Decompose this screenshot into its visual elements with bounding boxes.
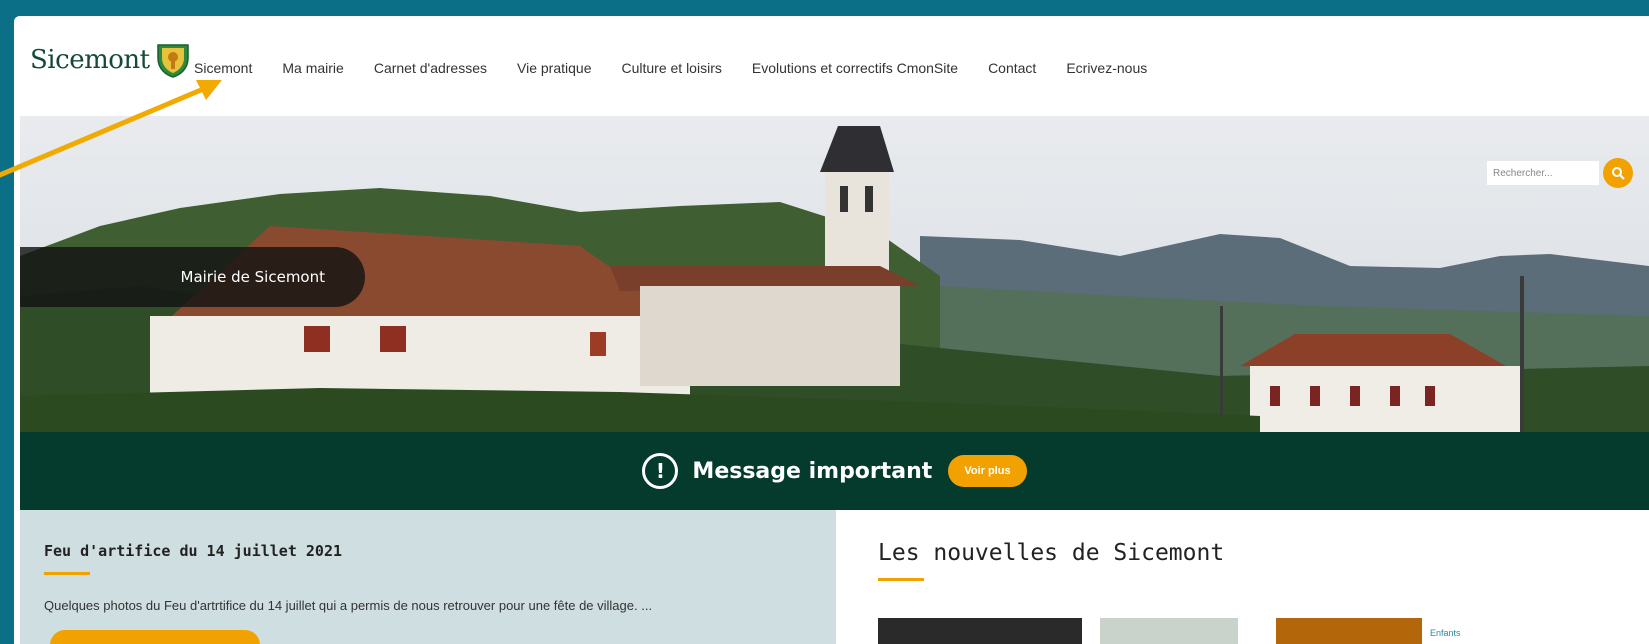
news-tag[interactable]: Enfants [1430, 628, 1461, 638]
hero-banner: Mairie de Sicemont [20, 116, 1649, 432]
nav-item-ma-mairie[interactable]: Ma mairie [282, 60, 343, 76]
search-bar [1487, 158, 1633, 188]
shield-icon [156, 44, 189, 78]
nav-item-culture-loisirs[interactable]: Culture et loisirs [621, 60, 721, 76]
message-title: Message important [692, 458, 933, 484]
news-thumbnail[interactable] [1100, 618, 1238, 644]
nav-item-carnet-adresses[interactable]: Carnet d'adresses [374, 60, 487, 76]
search-icon [1612, 167, 1625, 180]
nav-item-vie-pratique[interactable]: Vie pratique [517, 60, 591, 76]
site-header: Sicemont Sicemont Ma mairie Carnet d'adr… [14, 16, 1649, 116]
browser-viewport: Sicemont Sicemont Ma mairie Carnet d'adr… [14, 16, 1649, 644]
article-excerpt: Quelques photos du Feu d'artrtifice du 1… [44, 598, 653, 613]
site-logo[interactable]: Sicemont [30, 42, 190, 78]
nav-item-ecrivez-nous[interactable]: Ecrivez-nous [1066, 60, 1147, 76]
title-underline [44, 572, 90, 575]
logo-text: Sicemont [30, 45, 150, 75]
search-button[interactable] [1603, 158, 1633, 188]
main-nav: Sicemont Ma mairie Carnet d'adresses Vie… [194, 60, 1177, 76]
nav-item-contact[interactable]: Contact [988, 60, 1036, 76]
news-thumbnail[interactable] [878, 618, 1082, 644]
exclamation-circle-icon: ! [642, 453, 679, 489]
voir-plus-button[interactable]: Voir plus [948, 455, 1027, 487]
search-input[interactable] [1487, 161, 1599, 185]
nav-item-sicemont[interactable]: Sicemont [194, 60, 252, 76]
news-panel: Les nouvelles de Sicemont Enfants [836, 510, 1649, 644]
article-title[interactable]: Feu d'artifice du 14 juillet 2021 [44, 542, 342, 560]
important-message-bar: ! Message important Voir plus [20, 432, 1649, 510]
hero-caption-text: Mairie de Sicemont [180, 268, 326, 286]
title-underline [878, 578, 924, 581]
news-thumbnail[interactable] [1276, 618, 1422, 644]
nav-item-evolutions[interactable]: Evolutions et correctifs CmonSite [752, 60, 958, 76]
hero-caption: Mairie de Sicemont [20, 247, 365, 307]
news-section-title: Les nouvelles de Sicemont [878, 540, 1225, 566]
featured-article-panel: Feu d'artifice du 14 juillet 2021 Quelqu… [20, 510, 836, 644]
read-more-button[interactable] [50, 630, 260, 644]
